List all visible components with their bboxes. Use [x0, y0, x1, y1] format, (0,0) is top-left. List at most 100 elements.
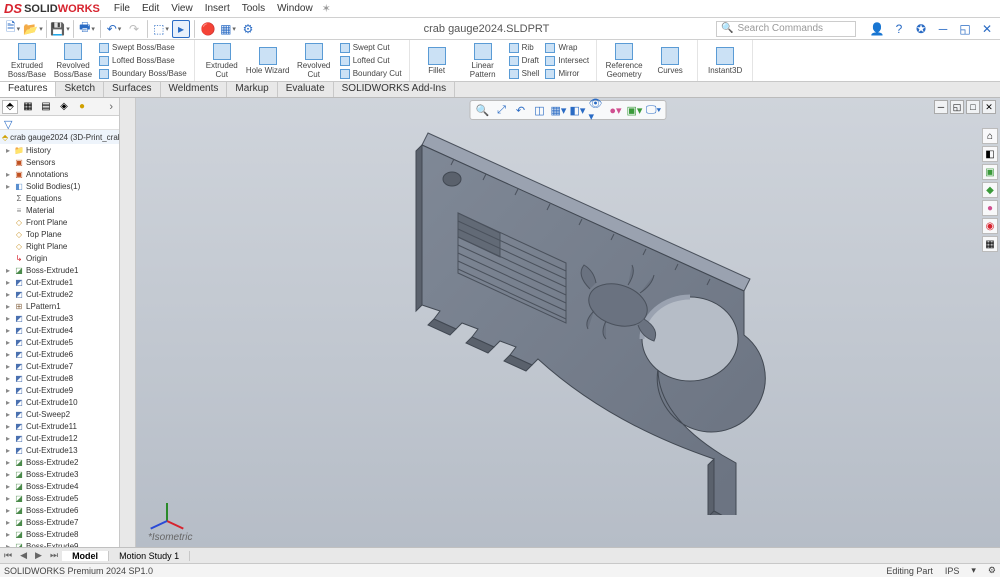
tab-nav-last[interactable]: ⏭: [46, 550, 62, 561]
revolved-boss-button[interactable]: Revolved Boss/Base: [50, 42, 96, 80]
extruded-cut-button[interactable]: Extruded Cut: [199, 42, 245, 80]
config-manager-tab[interactable]: ▤: [38, 100, 54, 114]
tree-item[interactable]: ▸◩Cut-Extrude9: [0, 384, 119, 396]
side-tool-3[interactable]: ◆: [982, 182, 998, 198]
tab-features[interactable]: Features: [0, 82, 56, 97]
tree-item[interactable]: ▸◪Boss-Extrude1: [0, 264, 119, 276]
tree-item[interactable]: ◇Top Plane: [0, 228, 119, 240]
whats-new-icon[interactable]: ✪: [912, 20, 930, 38]
menu-insert[interactable]: Insert: [199, 3, 236, 14]
bottom-tab-model[interactable]: Model: [62, 551, 109, 561]
tree-nav-right[interactable]: ›: [105, 101, 117, 113]
tree-item[interactable]: ▸◪Boss-Extrude9: [0, 540, 119, 547]
fillet-button[interactable]: Fillet: [414, 42, 460, 80]
tree-item[interactable]: ▸▣Annotations: [0, 168, 119, 180]
tree-item[interactable]: ▸◩Cut-Extrude11: [0, 420, 119, 432]
tree-item[interactable]: ▸◩Cut-Extrude2: [0, 288, 119, 300]
user-icon[interactable]: 👤: [868, 20, 886, 38]
cursor-icon[interactable]: ▸: [172, 20, 190, 38]
tree-item[interactable]: ▸◩Cut-Extrude8: [0, 372, 119, 384]
tab-surfaces[interactable]: Surfaces: [104, 82, 160, 97]
tab-weldments[interactable]: Weldments: [161, 82, 228, 97]
swept-cut-button[interactable]: Swept Cut: [337, 41, 405, 54]
hole-wizard-button[interactable]: Hole Wizard: [245, 42, 291, 80]
property-manager-tab[interactable]: ▦: [20, 100, 36, 114]
minimize-button[interactable]: ─: [934, 20, 952, 38]
tree-item[interactable]: ▸📁History: [0, 144, 119, 156]
tree-item[interactable]: ▸◧Solid Bodies(1): [0, 180, 119, 192]
viewport-min-btn[interactable]: ─: [934, 100, 948, 114]
lofted-boss-button[interactable]: Lofted Boss/Base: [96, 54, 190, 67]
tree-item[interactable]: ▸◩Cut-Sweep2: [0, 408, 119, 420]
status-units[interactable]: IPS: [945, 566, 960, 576]
tab-markup[interactable]: Markup: [227, 82, 277, 97]
tab-nav-next[interactable]: ▶: [31, 550, 46, 561]
print-button[interactable]: 🖶: [78, 20, 96, 38]
curves-button[interactable]: Curves: [647, 42, 693, 80]
tree-item[interactable]: ▸◪Boss-Extrude7: [0, 516, 119, 528]
menu-tools[interactable]: Tools: [236, 3, 271, 14]
side-tool-1[interactable]: ◧: [982, 146, 998, 162]
search-commands-input[interactable]: 🔍 Search Commands: [716, 21, 856, 37]
tab-nav-prev[interactable]: ◀: [16, 550, 31, 561]
panel-splitter[interactable]: [120, 98, 136, 547]
tree-item[interactable]: ▸◩Cut-Extrude3: [0, 312, 119, 324]
side-tool-5[interactable]: ◉: [982, 218, 998, 234]
tree-item[interactable]: ▸◪Boss-Extrude8: [0, 528, 119, 540]
draft-button[interactable]: Draft: [506, 54, 543, 67]
menu-edit[interactable]: Edit: [136, 3, 165, 14]
boundary-cut-button[interactable]: Boundary Cut: [337, 67, 405, 80]
tree-item[interactable]: ▸◩Cut-Extrude4: [0, 324, 119, 336]
tree-item[interactable]: ▸◩Cut-Extrude12: [0, 432, 119, 444]
dim-xpert-tab[interactable]: ◈: [56, 100, 72, 114]
tree-item[interactable]: ▸◩Cut-Extrude13: [0, 444, 119, 456]
tab-evaluate[interactable]: Evaluate: [278, 82, 334, 97]
menu-file[interactable]: File: [108, 3, 136, 14]
extruded-boss-button[interactable]: Extruded Boss/Base: [4, 42, 50, 80]
linear-pattern-button[interactable]: Linear Pattern: [460, 42, 506, 80]
tree-item[interactable]: ◇Right Plane: [0, 240, 119, 252]
tree-item[interactable]: ▸◩Cut-Extrude7: [0, 360, 119, 372]
viewport-max-btn[interactable]: □: [966, 100, 980, 114]
tree-item[interactable]: ▣Sensors: [0, 156, 119, 168]
model-crab-gauge[interactable]: [358, 115, 778, 515]
redo-button[interactable]: ↷: [125, 20, 143, 38]
menu-window[interactable]: Window: [271, 3, 319, 14]
rebuild-button[interactable]: 🔴: [199, 20, 217, 38]
new-doc-button[interactable]: 🗎: [4, 20, 22, 38]
tree-item[interactable]: ≡Material: [0, 204, 119, 216]
tree-item[interactable]: ▸◪Boss-Extrude5: [0, 492, 119, 504]
bottom-tab-motion-study-1[interactable]: Motion Study 1: [109, 551, 190, 561]
status-gear-icon[interactable]: ⚙: [988, 565, 996, 576]
tree-item[interactable]: ↳Origin: [0, 252, 119, 264]
options-button[interactable]: ▦: [219, 20, 237, 38]
restore-button[interactable]: ◱: [956, 20, 974, 38]
tree-item[interactable]: ▸◪Boss-Extrude2: [0, 456, 119, 468]
tree-item[interactable]: ▸◩Cut-Extrude10: [0, 396, 119, 408]
reference-geometry-button[interactable]: Reference Geometry: [601, 42, 647, 80]
feature-tree-tab[interactable]: ⬘: [2, 100, 18, 114]
close-button[interactable]: ✕: [978, 20, 996, 38]
side-tool-6[interactable]: ▦: [982, 236, 998, 252]
revolved-cut-button[interactable]: Revolved Cut: [291, 42, 337, 80]
wrap-button[interactable]: Wrap: [542, 41, 592, 54]
shell-button[interactable]: Shell: [506, 67, 543, 80]
menu-view[interactable]: View: [165, 3, 199, 14]
instant3d-button[interactable]: Instant3D: [702, 42, 748, 80]
filter-icon[interactable]: ▽: [4, 118, 14, 128]
tree-item[interactable]: ▸◪Boss-Extrude6: [0, 504, 119, 516]
tree-root-node[interactable]: ⬘crab gauge2024 (3D-Print_crab extrude) …: [0, 130, 119, 144]
lofted-cut-button[interactable]: Lofted Cut: [337, 54, 405, 67]
tree-item[interactable]: ▸◪Boss-Extrude4: [0, 480, 119, 492]
home-view-icon[interactable]: ⌂: [982, 128, 998, 144]
tree-item[interactable]: ▸◩Cut-Extrude1: [0, 276, 119, 288]
swept-boss-button[interactable]: Swept Boss/Base: [96, 41, 190, 54]
boundary-boss-button[interactable]: Boundary Boss/Base: [96, 67, 190, 80]
tab-nav-first[interactable]: ⏮: [0, 550, 16, 561]
tree-item[interactable]: ▸◩Cut-Extrude5: [0, 336, 119, 348]
tab-sketch[interactable]: Sketch: [56, 82, 104, 97]
open-button[interactable]: 📂: [24, 20, 42, 38]
status-custom-icon[interactable]: ▾: [971, 565, 976, 576]
rib-button[interactable]: Rib: [506, 41, 543, 54]
tree-item[interactable]: ▸◪Boss-Extrude3: [0, 468, 119, 480]
